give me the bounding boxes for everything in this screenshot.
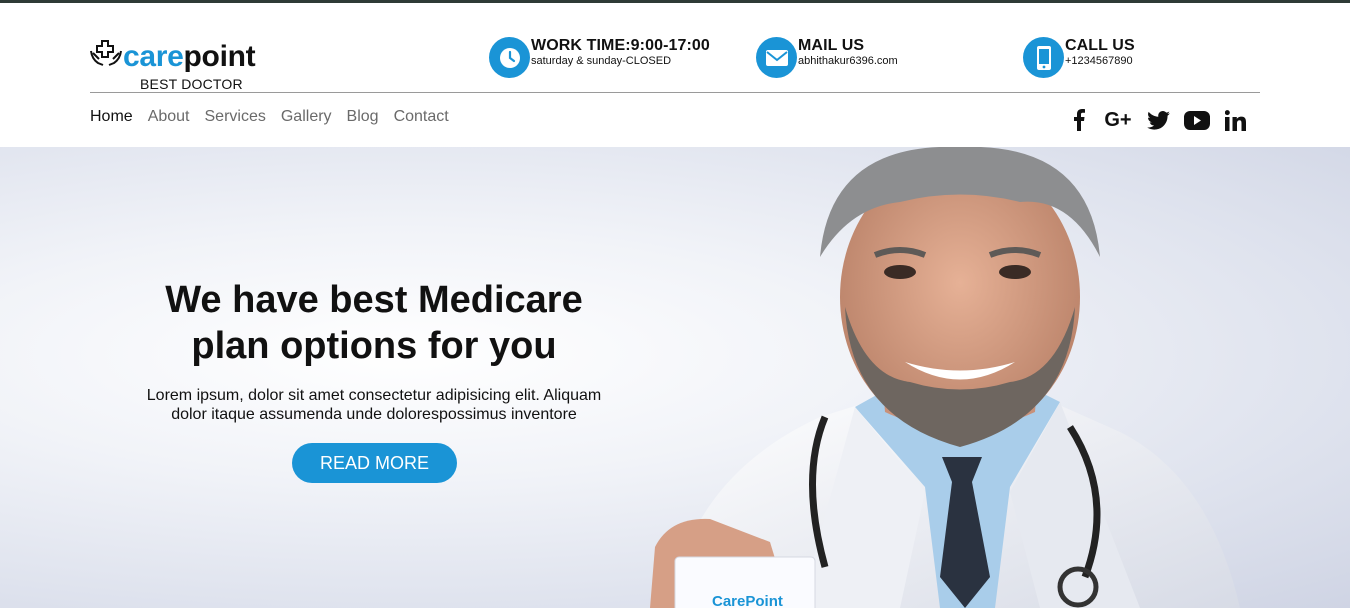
hero-description: Lorem ipsum, dolor sit amet consectetur … [90,386,658,424]
call-number[interactable]: +1234567890 [1065,54,1135,68]
header-divider [90,92,1260,93]
mail-address[interactable]: abhithakur6396.com [798,54,898,68]
mail-info: MAIL US abhithakur6396.com [756,37,898,78]
youtube-icon[interactable] [1184,108,1210,132]
main-nav: Home About Services Gallery Blog Contact [90,108,464,126]
call-info: CALL US +1234567890 [1023,37,1135,78]
facebook-icon[interactable] [1068,108,1090,132]
twitter-icon[interactable] [1146,108,1170,132]
linkedin-icon[interactable] [1224,108,1246,132]
nav-services[interactable]: Services [205,108,266,126]
clock-icon [489,37,530,78]
hero-text-line2: dolor itaque assumenda unde dolorespossi… [171,406,577,423]
google-plus-icon[interactable]: G+ [1102,108,1134,132]
work-time-sub: saturday & sunday-CLOSED [531,55,672,67]
brand-tagline: BEST DOCTOR [140,76,243,92]
logo[interactable]: carepoint [89,38,256,74]
hero-title-line2: plan options for you [191,325,557,367]
nav-about[interactable]: About [148,108,190,126]
nav-blog[interactable]: Blog [347,108,379,126]
brand-name-care: care [123,40,184,73]
mail-title: MAIL US [798,37,865,54]
hero-title-line1: We have best Medicare [165,279,583,321]
call-title: CALL US [1065,37,1135,54]
nav-gallery[interactable]: Gallery [281,108,332,126]
hero-text-line1: Lorem ipsum, dolor sit amet consectetur … [146,387,602,404]
social-links: G+ [1068,108,1246,132]
top-border [0,0,1350,3]
read-more-button[interactable]: READ MORE [292,443,457,483]
doctor-image: CarePoint [650,147,1240,608]
brand-name-point: point [183,40,256,73]
hero-banner: CarePoint We have best Medicare plan opt… [0,147,1350,608]
hands-cross-icon [90,40,122,66]
brand-name: carepoint [123,40,256,74]
phone-icon [1023,37,1064,78]
hero-title: We have best Medicare plan options for y… [90,277,658,369]
nav-home[interactable]: Home [90,108,133,126]
envelope-icon [756,37,797,78]
nav-contact[interactable]: Contact [394,108,449,126]
card-brand: CarePoint [712,593,783,608]
work-time-info: WORK TIME:9:00-17:00 saturday & sunday-C… [489,37,710,78]
work-time-title: WORK TIME:9:00-17:00 [531,37,710,54]
